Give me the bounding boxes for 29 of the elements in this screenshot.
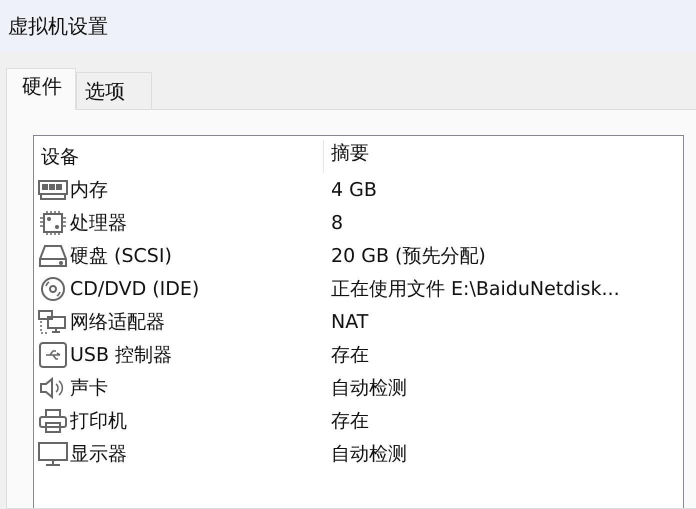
- device-summary: 存在: [330, 408, 369, 434]
- device-name[interactable]: 显示器: [70, 440, 127, 466]
- column-header[interactable]: 设备: [34, 140, 324, 173]
- device-summary: 存在: [330, 342, 369, 368]
- tab[interactable]: 选项: [76, 72, 152, 109]
- column-header[interactable]: 摘要: [324, 140, 369, 173]
- device-summary: 8: [330, 212, 344, 234]
- device-summary: 20 GB (预先分配): [330, 244, 486, 268]
- device-name[interactable]: 处理器: [70, 210, 127, 236]
- window-title: 虚拟机设置: [8, 12, 108, 40]
- device-summary: 正在使用文件 E:\BaiduNetdisk...: [330, 276, 620, 302]
- network-icon: [38, 308, 68, 334]
- disc-icon: [38, 276, 68, 302]
- device-name[interactable]: 内存: [70, 176, 108, 202]
- device-summary: 自动检测: [330, 442, 407, 466]
- device-name[interactable]: 硬盘 (SCSI): [70, 242, 172, 268]
- tab[interactable]: 硬件: [6, 68, 76, 110]
- device-name[interactable]: USB 控制器: [70, 342, 172, 368]
- usb-icon: [38, 342, 68, 368]
- printer-icon: [38, 408, 68, 434]
- device-summary: 4 GB: [330, 178, 377, 200]
- monitor-icon: [38, 440, 68, 466]
- device-name[interactable]: CD/DVD (IDE): [70, 278, 200, 300]
- device-name[interactable]: 网络适配器: [70, 308, 165, 334]
- device-summary: NAT: [330, 310, 368, 332]
- device-name[interactable]: 声卡: [70, 374, 108, 400]
- device-summary: 自动检测: [330, 376, 407, 400]
- device-name[interactable]: 打印机: [70, 408, 127, 434]
- processor-icon: [38, 210, 68, 236]
